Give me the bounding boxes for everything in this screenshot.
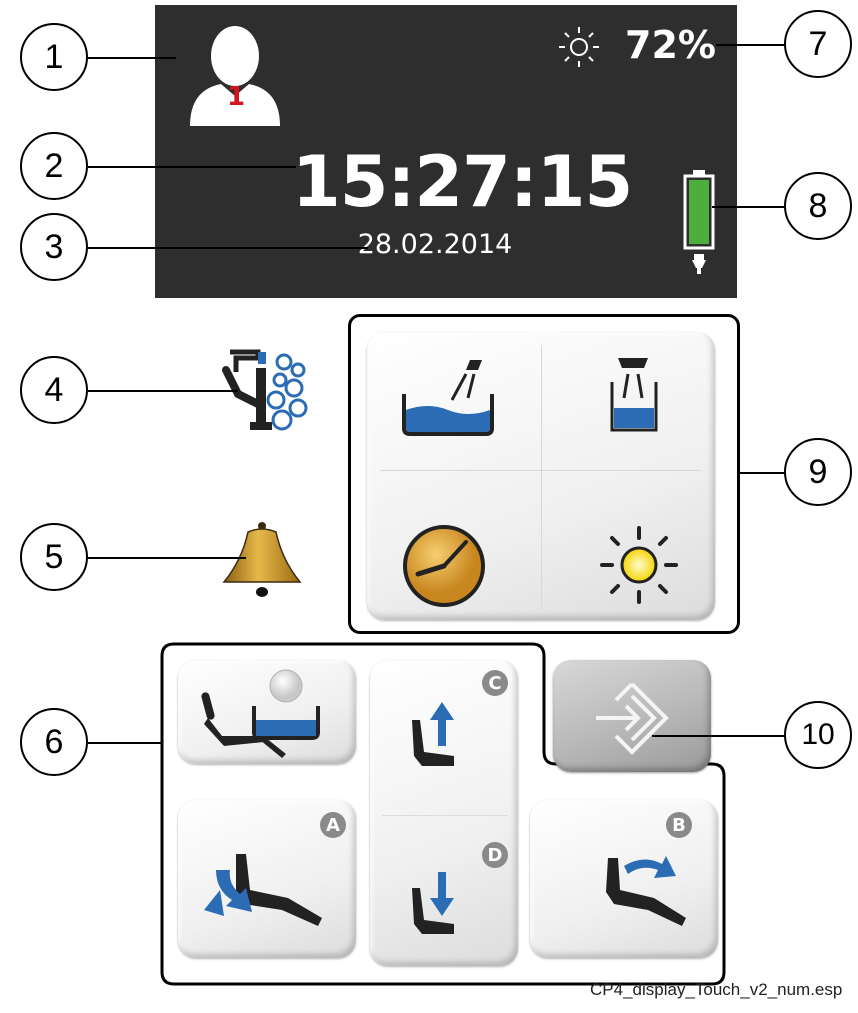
clock-time: 15:27:15 <box>292 141 633 223</box>
operating-light-icon[interactable] <box>598 524 680 606</box>
leader-line-10 <box>652 735 786 737</box>
callout-10: 10 <box>784 701 852 769</box>
rinse-position-icon <box>201 669 320 758</box>
callout-5: 5 <box>20 523 88 591</box>
cup-fill-basin-icon[interactable] <box>400 358 500 438</box>
leader-line-2 <box>88 166 296 168</box>
badge-b: B <box>666 812 692 838</box>
bell-icon[interactable] <box>220 520 304 610</box>
leader-line-9 <box>740 472 786 474</box>
leader-line-5 <box>88 557 246 559</box>
callout-8: 8 <box>784 172 852 240</box>
callout-3: 3 <box>20 213 88 281</box>
backrest-up-icon <box>606 856 686 926</box>
user-icon <box>190 26 280 126</box>
foot-control-icon[interactable] <box>218 348 318 438</box>
leader-line-8 <box>712 206 786 208</box>
battery-icon <box>683 170 715 274</box>
badge-c: C <box>482 670 508 696</box>
clock-timer-icon[interactable] <box>400 522 490 612</box>
leader-line-4 <box>88 390 238 392</box>
patient-number: 1 <box>226 82 246 112</box>
badge-d: D <box>482 842 508 868</box>
file-caption: CP4_display_Touch_v2_num.esp <box>590 980 843 999</box>
clock-date: 28.02.2014 <box>357 229 513 260</box>
leader-line-1 <box>88 57 176 59</box>
leader-line-7 <box>716 44 786 46</box>
callout-4: 4 <box>20 356 88 424</box>
callout-7: 7 <box>784 10 852 78</box>
chair-up-icon[interactable] <box>400 690 480 790</box>
callout-2: 2 <box>20 132 88 200</box>
brightness-value: 72% <box>625 23 716 67</box>
brightness-sun-icon <box>559 27 599 67</box>
entry-exit-icon <box>596 682 669 755</box>
cup-fill-icon[interactable] <box>604 356 664 436</box>
chair-down-icon[interactable] <box>400 848 480 948</box>
leader-line-6 <box>88 742 162 744</box>
callout-6: 6 <box>20 708 88 776</box>
leader-line-3 <box>88 247 368 249</box>
callout-1: 1 <box>20 23 88 91</box>
callout-9: 9 <box>784 438 852 506</box>
backrest-down-icon <box>204 854 322 926</box>
